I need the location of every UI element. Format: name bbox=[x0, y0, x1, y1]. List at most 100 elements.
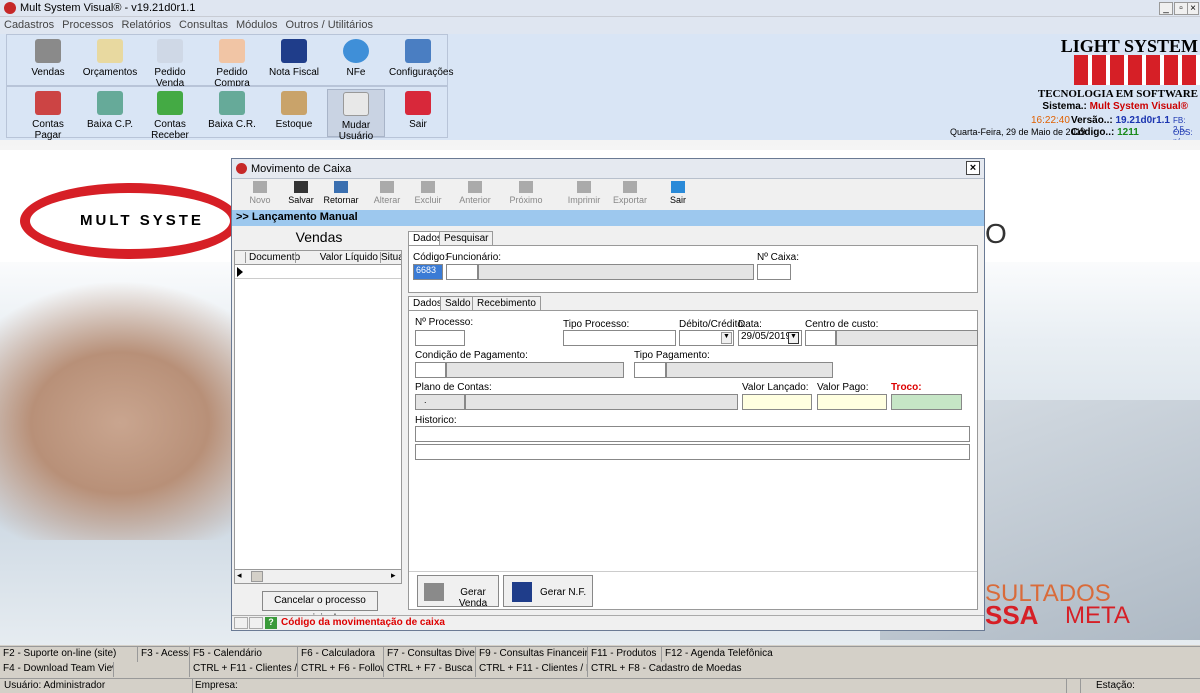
scroll-left-icon[interactable]: ◂ bbox=[237, 570, 242, 581]
dialog-sair-button[interactable]: Sair bbox=[660, 181, 696, 205]
fkey-f3[interactable]: F3 - Acesso Rápido bbox=[138, 647, 190, 662]
vendas-button[interactable]: Vendas bbox=[19, 39, 77, 78]
receivable-icon bbox=[157, 91, 183, 115]
tab-saldo[interactable]: Saldo bbox=[440, 296, 476, 310]
configuracoes-button[interactable]: Configurações bbox=[389, 39, 453, 78]
toolbar-row-2: Contas Pagar Baixa C.P. Contas Receber B… bbox=[6, 86, 448, 142]
fkey-f11[interactable]: F11 - Produtos bbox=[588, 647, 662, 662]
status-estacao: Estação: bbox=[1096, 680, 1135, 691]
menu-outros[interactable]: Outros / Utilitários bbox=[282, 17, 377, 33]
mudar-usuario-button[interactable]: Mudar Usuário bbox=[327, 89, 385, 142]
chevron-down-icon[interactable]: ▼ bbox=[721, 332, 732, 344]
logo-subtitle: TECNOLOGIA EM SOFTWARE bbox=[1037, 88, 1198, 100]
menu-processos[interactable]: Processos bbox=[58, 17, 117, 33]
gerar-nf-button[interactable]: Gerar N.F. bbox=[503, 575, 593, 607]
funcionario-code-field[interactable] bbox=[446, 264, 478, 280]
header-panel: Código: 6683 Funcionário: Nº Caixa: bbox=[408, 245, 978, 293]
purchase-icon bbox=[219, 39, 245, 63]
vendas-grid[interactable]: Documento Valor Líquido Situaç ◂ ▸ bbox=[234, 250, 402, 584]
table-row[interactable] bbox=[235, 265, 401, 279]
contas-pagar-button[interactable]: Contas Pagar bbox=[19, 91, 77, 141]
historico-field-1[interactable] bbox=[415, 426, 970, 442]
pedido-compra-button[interactable]: Pedido Compra bbox=[203, 39, 261, 89]
register-icon bbox=[35, 39, 61, 63]
fkey-ctrl-f6[interactable]: CTRL + F6 - Follow-up bbox=[298, 662, 384, 677]
fkey-f2[interactable]: F2 - Suporte on-line (site) bbox=[0, 647, 138, 662]
fkey-ctrl-f7[interactable]: CTRL + F7 - Busca CEP bbox=[384, 662, 476, 677]
nfe-button[interactable]: NFe bbox=[327, 39, 385, 78]
tab-pesquisar[interactable]: Pesquisar bbox=[439, 231, 494, 245]
fkey-ctrl-f8[interactable]: CTRL + F8 - Cadastro de Moedas bbox=[588, 662, 1200, 677]
delete-icon bbox=[421, 181, 435, 193]
slogan-line-3: META bbox=[1065, 602, 1130, 629]
historico-field-2[interactable] bbox=[415, 444, 970, 460]
nota-fiscal-button[interactable]: Nota Fiscal bbox=[265, 39, 323, 78]
clock: 16:22:40 bbox=[1031, 115, 1070, 126]
tipo-processo-field[interactable] bbox=[563, 330, 676, 346]
valor-lancado-field[interactable] bbox=[742, 394, 812, 410]
col-situacao: Situaç bbox=[380, 252, 401, 263]
fkey-ctrl-f11-a[interactable]: CTRL + F11 - Clientes / Fornecedores bbox=[190, 662, 298, 677]
historico-label: Historico: bbox=[415, 415, 457, 426]
fkey-f5[interactable]: F5 - Calendário bbox=[190, 647, 298, 662]
codigo-field[interactable]: 6683 bbox=[413, 264, 443, 280]
document-icon bbox=[97, 39, 123, 63]
gerar-venda-button[interactable]: Gerar Venda bbox=[417, 575, 499, 609]
retornar-button[interactable]: Retornar bbox=[323, 181, 359, 205]
dialog-close-button[interactable]: × bbox=[966, 161, 980, 175]
novo-button[interactable]: Novo bbox=[242, 181, 278, 205]
close-button[interactable]: × bbox=[1187, 2, 1199, 15]
date-dropdown-icon[interactable]: ▼ bbox=[788, 332, 799, 344]
fkey-f9[interactable]: F9 - Consultas Financeiro bbox=[476, 647, 588, 662]
payable-icon bbox=[35, 91, 61, 115]
scroll-thumb[interactable] bbox=[251, 571, 263, 582]
menu-modulos[interactable]: Módulos bbox=[232, 17, 282, 33]
tab-recebimento[interactable]: Recebimento bbox=[472, 296, 541, 310]
fkey-f4[interactable]: F4 - Download Team Viewer bbox=[0, 662, 114, 677]
centro-custo-label: Centro de custo: bbox=[805, 319, 879, 330]
minimize-button[interactable]: _ bbox=[1159, 2, 1173, 15]
condicao-code-field[interactable] bbox=[415, 362, 446, 378]
fkey-f12[interactable]: F12 - Agenda Telefônica bbox=[662, 647, 1200, 662]
movimento-caixa-dialog: Movimento de Caixa × Novo Salvar Retorna… bbox=[231, 158, 985, 631]
proximo-button[interactable]: Próximo bbox=[508, 181, 544, 205]
alterar-button[interactable]: Alterar bbox=[369, 181, 405, 205]
fkey-f7[interactable]: F7 - Consultas Diversas bbox=[384, 647, 476, 662]
centro-custo-code-field[interactable] bbox=[805, 330, 836, 346]
fkey-ctrl-f11-b[interactable]: CTRL + F11 - Clientes / Forn bbox=[476, 662, 588, 677]
menu-relatorios[interactable]: Relatórios bbox=[118, 17, 176, 33]
centro-custo-name-field bbox=[836, 330, 978, 346]
baixa-cr-button[interactable]: Baixa C.R. bbox=[203, 91, 261, 130]
fkey-f6[interactable]: F6 - Calculadora bbox=[298, 647, 384, 662]
order-icon bbox=[157, 39, 183, 63]
imprimir-button[interactable]: Imprimir bbox=[566, 181, 602, 205]
excluir-button[interactable]: Excluir bbox=[410, 181, 446, 205]
export-icon bbox=[623, 181, 637, 193]
contas-receber-button[interactable]: Contas Receber bbox=[141, 91, 199, 141]
pedido-venda-button[interactable]: Pedido Venda bbox=[141, 39, 199, 89]
exportar-button[interactable]: Exportar bbox=[612, 181, 648, 205]
cancelar-processo-button[interactable]: Cancelar o processo original bbox=[262, 591, 378, 624]
dados-panel: Nº Processo: Tipo Processo: Débito/Crédi… bbox=[408, 310, 978, 610]
menu-consultas[interactable]: Consultas bbox=[175, 17, 232, 33]
menu-cadastros[interactable]: Cadastros bbox=[0, 17, 58, 33]
scroll-right-icon[interactable]: ▸ bbox=[391, 570, 396, 581]
estoque-button[interactable]: Estoque bbox=[265, 91, 323, 130]
edit-icon bbox=[380, 181, 394, 193]
salvar-button[interactable]: Salvar bbox=[283, 181, 319, 205]
invoice-icon bbox=[512, 582, 532, 602]
tipo-pagamento-code-field[interactable] bbox=[634, 362, 666, 378]
anterior-button[interactable]: Anterior bbox=[457, 181, 493, 205]
restore-button[interactable]: ▫ bbox=[1174, 2, 1188, 15]
baixa-cp-button[interactable]: Baixa C.P. bbox=[81, 91, 139, 130]
grid-hscrollbar[interactable]: ◂ ▸ bbox=[235, 569, 401, 583]
valor-pago-field[interactable] bbox=[817, 394, 887, 410]
plano-contas-label: Plano de Contas: bbox=[415, 382, 492, 393]
exit-arrow-icon bbox=[671, 181, 685, 193]
sair-button[interactable]: Sair bbox=[389, 91, 447, 130]
plano-contas-code-field[interactable]: . bbox=[415, 394, 465, 410]
debito-credito-select[interactable]: ▼ bbox=[679, 330, 734, 346]
ncaixa-field[interactable] bbox=[757, 264, 791, 280]
nprocesso-field[interactable] bbox=[415, 330, 465, 346]
orcamentos-button[interactable]: Orçamentos bbox=[81, 39, 139, 78]
